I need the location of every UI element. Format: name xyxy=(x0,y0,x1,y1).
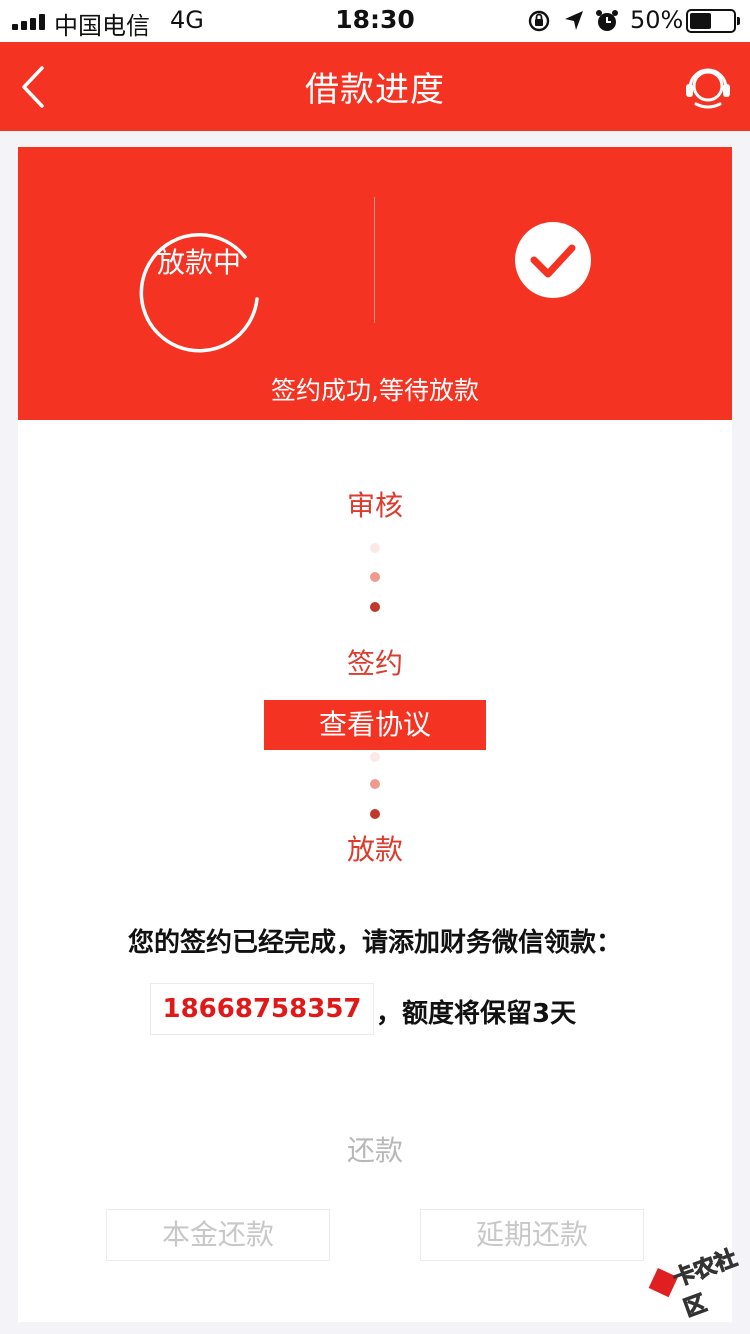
status-header: 放款中 签约成功,等待放款 xyxy=(18,147,732,420)
ring-status-label: 放款中 xyxy=(156,246,241,279)
status-message: 签约成功,等待放款 xyxy=(271,376,479,405)
nav-bar: 借款进度 xyxy=(0,42,750,131)
retention-note: ，额度将保留3天 xyxy=(376,999,577,1029)
battery-percent: 50% xyxy=(630,6,684,34)
principal-repay-button[interactable]: 本金还款 xyxy=(106,1209,330,1261)
step-disburse: 放款 xyxy=(346,833,403,866)
view-agreement-button[interactable]: 查看协议 xyxy=(264,700,486,750)
wechat-phone-number[interactable]: 18668758357 xyxy=(150,983,374,1035)
progress-dot xyxy=(370,572,380,582)
header-divider xyxy=(374,197,375,323)
headset-icon[interactable] xyxy=(682,62,734,114)
step-review: 审核 xyxy=(346,489,403,522)
step-sign: 签约 xyxy=(346,647,403,680)
progress-dot xyxy=(370,602,380,612)
repay-section-title: 还款 xyxy=(346,1134,403,1167)
extend-repay-button[interactable]: 延期还款 xyxy=(420,1209,644,1261)
alarm-icon xyxy=(596,10,618,31)
rotation-lock-icon xyxy=(528,10,550,32)
status-bar: 中国电信 4G 18:30 50% xyxy=(0,0,750,42)
progress-dot xyxy=(370,779,380,789)
progress-dot xyxy=(370,752,380,762)
watermark-text: 卡农社区 xyxy=(669,1245,741,1323)
progress-card: 放款中 签约成功,等待放款 审核 签约 查看协议 放款 您的签约已经完成，请添加… xyxy=(18,147,732,1322)
status-icons xyxy=(528,10,618,32)
progress-dot xyxy=(370,543,380,553)
page-title: 借款进度 xyxy=(305,70,445,110)
battery-icon xyxy=(686,9,740,33)
progress-dot xyxy=(370,809,380,819)
check-circle-icon xyxy=(515,222,591,298)
completion-notice: 您的签约已经完成，请添加财务微信领款： xyxy=(127,928,622,958)
location-arrow-icon xyxy=(565,11,583,30)
